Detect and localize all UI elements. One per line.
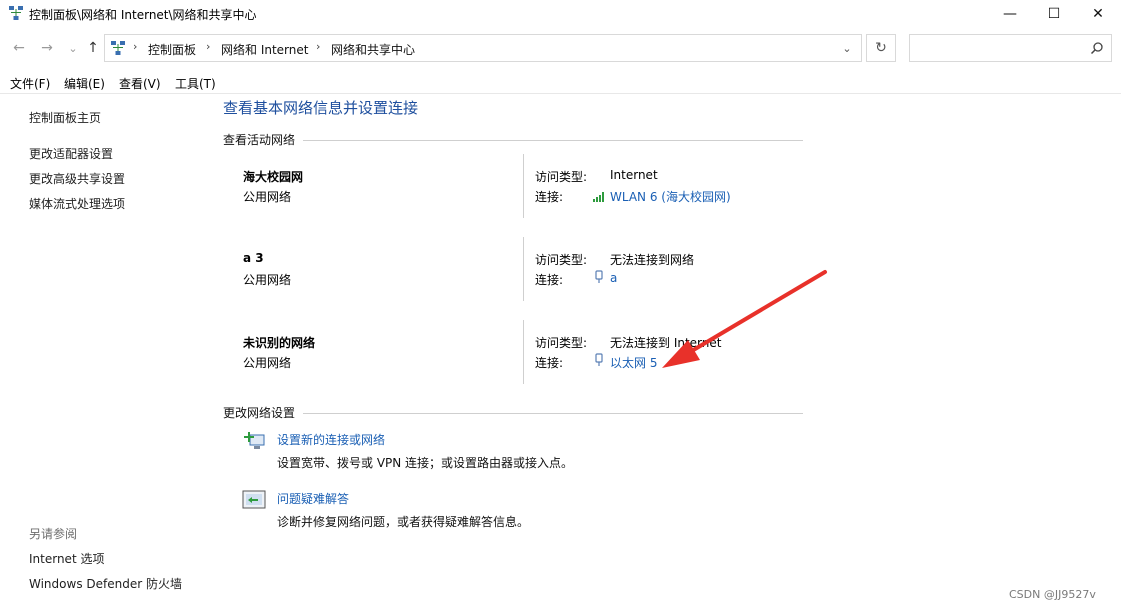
menu-tools[interactable]: 工具(T): [175, 75, 216, 92]
new-connection-icon: [244, 432, 265, 449]
close-button[interactable]: ✕: [1075, 0, 1121, 28]
watermark: CSDN @JJ9527v: [1009, 588, 1096, 601]
maximize-button[interactable]: ☐: [1031, 0, 1077, 28]
title-bar: 控制面板\网络和 Internet\网络和共享中心 — ☐ ✕: [0, 0, 1121, 28]
connection-link-ethernet5[interactable]: 以太网 5: [610, 354, 657, 371]
troubleshoot-link[interactable]: 问题疑难解答: [277, 490, 349, 507]
network-divider: [523, 237, 524, 301]
network-center-icon: [111, 41, 125, 55]
access-type-value: 无法连接到网络: [610, 253, 695, 267]
connection-label: 连接:: [535, 190, 564, 204]
section-divider: [303, 413, 803, 414]
sidebar-advanced-sharing[interactable]: 更改高级共享设置: [29, 170, 125, 187]
troubleshoot-icon: [242, 490, 266, 509]
up-button[interactable]: ↑: [84, 38, 102, 58]
access-type-label: 访问类型:: [535, 336, 588, 350]
ethernet-icon: [595, 270, 603, 283]
network-type[interactable]: 公用网络: [243, 188, 291, 205]
wifi-signal-icon: [593, 192, 604, 202]
menu-view[interactable]: 查看(V): [119, 75, 161, 92]
refresh-button[interactable]: ↻: [866, 34, 896, 62]
recent-locations-button[interactable]: ⌄: [64, 38, 82, 58]
menu-edit[interactable]: 编辑(E): [64, 75, 105, 92]
search-input[interactable]: [909, 34, 1112, 62]
network-name: 海大校园网: [243, 170, 304, 184]
forward-button[interactable]: →: [38, 38, 56, 58]
change-settings-heading: 更改网络设置: [223, 406, 296, 420]
network-name: 未识别的网络: [243, 336, 316, 350]
address-bar-row: ← → ⌄ ↑ › 控制面板 › 网络和 Internet › 网络和共享中心 …: [0, 34, 1121, 64]
menu-file[interactable]: 文件(F): [10, 75, 50, 92]
sidebar-internet-options[interactable]: Internet 选项: [29, 550, 104, 567]
network-type[interactable]: 公用网络: [243, 354, 291, 371]
menu-bar: 文件(F) 编辑(E) 查看(V) 工具(T): [0, 72, 1121, 94]
breadcrumb-separator: ›: [206, 40, 211, 53]
connection-link-wlan[interactable]: WLAN 6 (海大校园网): [610, 188, 731, 205]
page-title: 查看基本网络信息并设置连接: [223, 99, 419, 117]
access-type-label: 访问类型:: [535, 253, 588, 267]
breadcrumb-network-internet[interactable]: 网络和 Internet: [221, 41, 308, 58]
connection-label: 连接:: [535, 273, 564, 287]
access-type-value: Internet: [610, 168, 658, 182]
ethernet-icon: [595, 353, 603, 366]
sidebar-media-streaming[interactable]: 媒体流式处理选项: [29, 195, 125, 212]
network-name: a 3: [243, 251, 264, 265]
connection-link-a[interactable]: a: [610, 271, 617, 285]
active-networks-heading: 查看活动网络: [223, 133, 296, 147]
task-description: 诊断并修复网络问题，或者获得疑难解答信息。: [277, 515, 530, 529]
minimize-button[interactable]: —: [987, 0, 1033, 28]
network-divider: [523, 154, 524, 218]
search-icon: [1090, 42, 1103, 55]
access-type-label: 访问类型:: [535, 170, 588, 184]
address-bar[interactable]: › 控制面板 › 网络和 Internet › 网络和共享中心 ⌄: [104, 34, 862, 62]
task-description: 设置宽带、拨号或 VPN 连接；或设置路由器或接入点。: [277, 456, 574, 470]
chevron-down-icon[interactable]: ⌄: [838, 40, 856, 56]
connection-label: 连接:: [535, 356, 564, 370]
network-center-icon: [9, 6, 23, 20]
sidebar-defender-firewall[interactable]: Windows Defender 防火墙: [29, 575, 182, 592]
breadcrumb-control-panel[interactable]: 控制面板: [148, 41, 196, 58]
section-divider: [303, 140, 803, 141]
sidebar-change-adapter[interactable]: 更改适配器设置: [29, 145, 113, 162]
access-type-value: 无法连接到 Internet: [610, 336, 722, 350]
setup-connection-link[interactable]: 设置新的连接或网络: [277, 431, 385, 448]
sidebar-control-panel-home[interactable]: 控制面板主页: [29, 109, 101, 126]
breadcrumb-sharing-center[interactable]: 网络和共享中心: [331, 41, 415, 58]
back-button[interactable]: ←: [10, 38, 28, 58]
see-also-heading: 另请参阅: [29, 527, 78, 541]
divider: [0, 93, 1121, 94]
network-divider: [523, 320, 524, 384]
breadcrumb-separator: ›: [316, 40, 321, 53]
network-type[interactable]: 公用网络: [243, 271, 291, 288]
window-title: 控制面板\网络和 Internet\网络和共享中心: [29, 8, 257, 22]
breadcrumb-separator: ›: [133, 40, 138, 53]
